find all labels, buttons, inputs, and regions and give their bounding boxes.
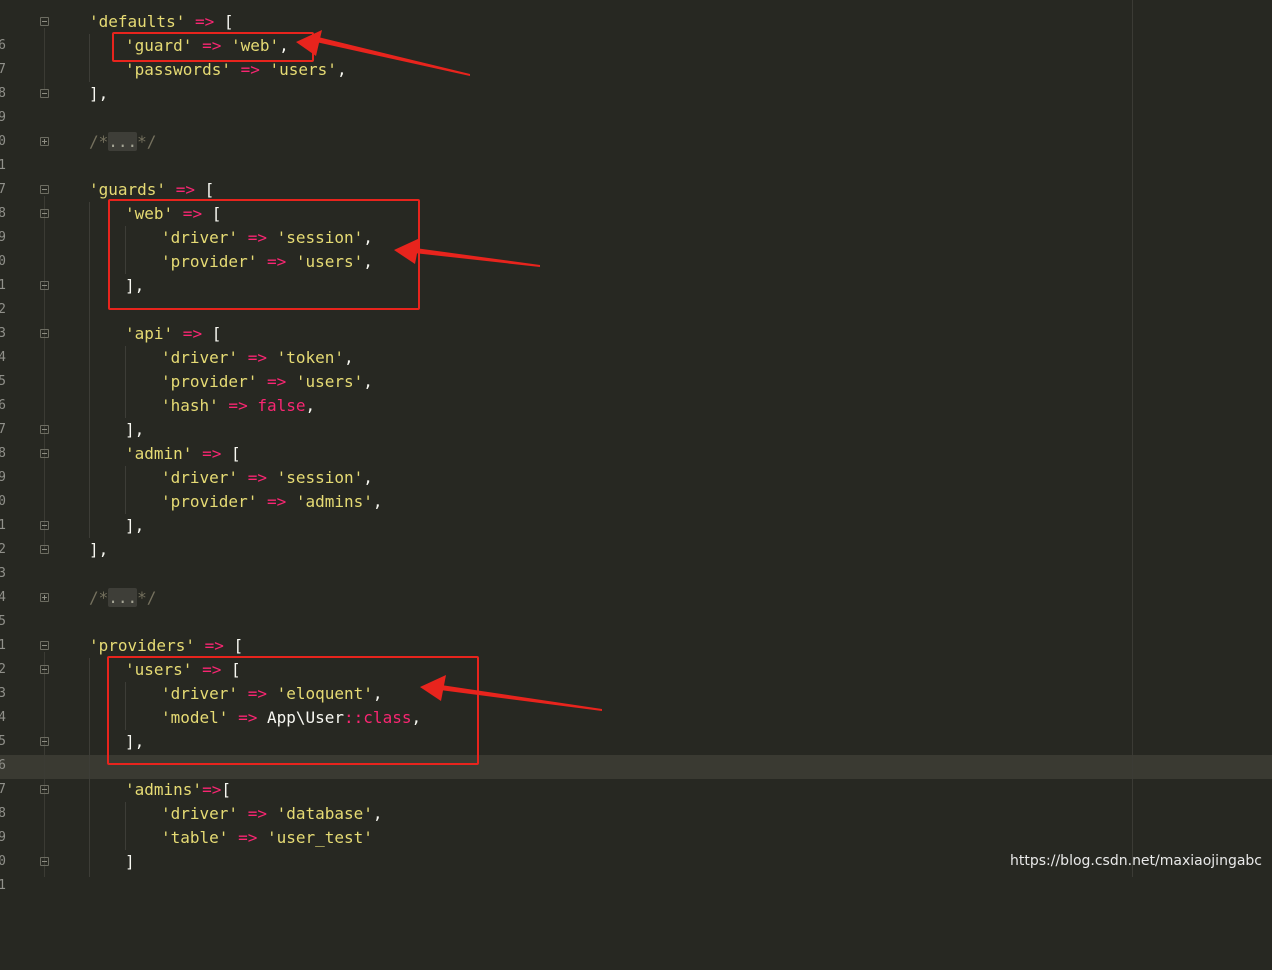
- watermark-url: https://blog.csdn.net/maxiaojingabc: [1010, 853, 1262, 869]
- code-editor[interactable]: 6 'defaults' => [ 7 'guard' => 'web', 8 …: [0, 0, 1272, 893]
- arrow-head-icon: [296, 30, 322, 56]
- annotation-arrows: [296, 30, 602, 711]
- arrow-head-icon: [420, 675, 446, 701]
- arrow-shaft-3: [440, 685, 602, 711]
- arrow-head-icon: [394, 238, 420, 264]
- arrow-shaft-2: [414, 248, 540, 267]
- line-number: 1: [0, 878, 6, 893]
- arrow-shaft-1: [316, 37, 470, 76]
